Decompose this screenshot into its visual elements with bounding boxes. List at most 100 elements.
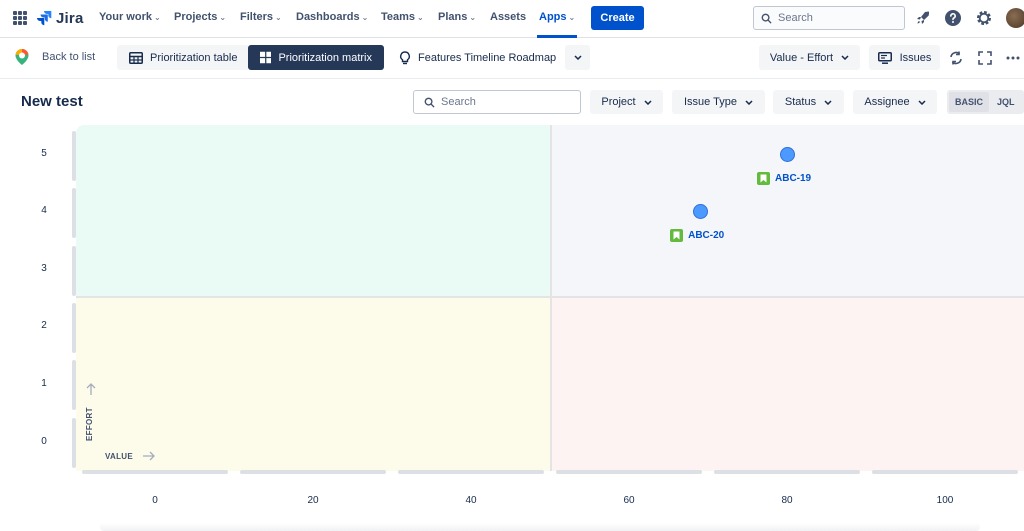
more-views-dropdown[interactable]	[565, 45, 590, 70]
issue-tag[interactable]: ABC-19	[757, 172, 811, 185]
x-tick-label: 100	[936, 495, 954, 506]
settings-gear-icon[interactable]	[975, 9, 993, 27]
y-axis-title: EFFORT	[85, 407, 94, 441]
chevron-down-icon	[918, 99, 926, 105]
chevron-down-icon	[745, 99, 753, 105]
refresh-icon[interactable]	[948, 50, 964, 66]
filter-label: Project	[601, 96, 636, 108]
nav-assets[interactable]: Assets	[490, 11, 526, 23]
nav-your-work[interactable]: Your work ⌄	[99, 11, 161, 23]
issue-search-input[interactable]: Search	[413, 90, 581, 114]
issues-button[interactable]: Issues	[869, 45, 940, 70]
search-icon	[424, 97, 435, 108]
filter-label: Assignee	[864, 96, 910, 108]
nav-dashboards[interactable]: Dashboards ⌄	[296, 11, 368, 23]
search-placeholder: Search	[441, 96, 476, 108]
prioritization-matrix	[76, 125, 1024, 471]
nav-active-indicator	[537, 35, 577, 38]
chevron-down-icon	[841, 55, 849, 60]
filter-project[interactable]: Project	[590, 90, 663, 114]
x-tick-label: 20	[307, 495, 319, 506]
quadrant-bottom-right	[552, 298, 1024, 471]
issue-key: ABC-19	[775, 173, 812, 184]
chevron-down-icon: ⌄	[568, 13, 576, 22]
y-tick-label: 0	[41, 436, 47, 447]
x-axis-segment	[398, 470, 544, 474]
y-tick-label: 2	[41, 320, 47, 331]
story-icon	[670, 229, 684, 243]
toggle-basic[interactable]: BASIC	[949, 92, 990, 112]
nav-plans[interactable]: Plans ⌄	[438, 11, 476, 23]
page-title: New test	[21, 93, 83, 110]
nav-label: Assets	[490, 11, 527, 23]
y-axis-segment	[72, 360, 76, 410]
nav-label: Teams	[381, 11, 416, 23]
help-icon[interactable]	[944, 9, 962, 27]
toggle-jql[interactable]: JQL	[991, 92, 1021, 112]
x-axis-segment	[714, 470, 860, 474]
nav-projects[interactable]: Projects ⌄	[174, 11, 226, 23]
matrix-point-abc-20[interactable]	[692, 203, 708, 219]
axis-select-label: Value - Effort	[769, 51, 834, 64]
filter-issue-type[interactable]: Issue Type	[672, 90, 765, 114]
matrix-point-abc-19[interactable]	[779, 146, 795, 162]
x-axis-title: VALUE	[105, 452, 134, 461]
arrow-up-icon	[86, 383, 96, 395]
chevron-down-icon: ⌄	[219, 13, 227, 22]
x-tick-label: 80	[781, 495, 793, 506]
nav-teams[interactable]: Teams ⌄	[381, 11, 424, 23]
x-tick-label: 40	[465, 495, 477, 506]
more-options-icon[interactable]	[1005, 50, 1021, 66]
quadrant-top-left	[76, 125, 550, 296]
tab-label: Prioritization matrix	[278, 51, 372, 64]
y-tick-label: 3	[41, 263, 47, 274]
filter-assignee[interactable]: Assignee	[853, 90, 937, 114]
matrix-icon	[260, 51, 272, 64]
back-to-list-label: Back to list	[42, 51, 96, 63]
search-icon	[761, 13, 772, 24]
nav-label: Apps	[539, 11, 567, 23]
nav-apps[interactable]: Apps ⌄	[539, 11, 575, 23]
tab-prioritization-matrix[interactable]: Prioritization matrix	[248, 45, 384, 70]
issues-monitor-icon	[877, 51, 892, 64]
chevron-down-icon	[644, 99, 652, 105]
top-navigation: Jira Your work ⌄ Projects ⌄ Filters ⌄ Dashb…	[0, 0, 1024, 38]
create-button[interactable]: Create	[591, 6, 644, 30]
arrow-right-icon	[143, 451, 155, 461]
tab-prioritization-table[interactable]: Prioritization table	[117, 45, 250, 70]
filter-status[interactable]: Status	[773, 90, 844, 114]
notifications-rocket-icon[interactable]	[914, 9, 932, 27]
issue-key: ABC-20	[688, 230, 725, 242]
app-switcher-icon[interactable]	[13, 11, 27, 25]
x-tick-label: 0	[152, 495, 158, 506]
jira-logo-icon	[37, 11, 52, 26]
chevron-down-icon: ⌄	[361, 13, 369, 22]
nav-label: Your work	[99, 11, 152, 23]
query-mode-toggle: BASIC JQL	[947, 90, 1024, 114]
chevron-down-icon: ⌄	[417, 13, 424, 22]
back-to-list-button[interactable]: Back to list	[14, 48, 95, 66]
jira-logo[interactable]: Jira	[36, 8, 84, 28]
y-tick-label: 1	[41, 378, 47, 389]
app-name: Jira	[56, 9, 84, 27]
chevron-down-icon	[824, 99, 832, 105]
y-tick-label: 4	[41, 205, 47, 216]
view-toolbar: Back to list Prioritization table Priori…	[0, 39, 1024, 79]
y-tick-label: 5	[41, 148, 47, 159]
fullscreen-icon[interactable]	[977, 50, 993, 66]
global-search-input[interactable]: Search	[753, 6, 905, 30]
chevron-down-icon: ⌄	[469, 13, 477, 22]
tab-label: Features Timeline Roadmap	[418, 51, 557, 64]
user-avatar[interactable]	[1006, 8, 1024, 28]
filter-label: Issue Type	[684, 96, 737, 108]
x-axis-segment	[556, 470, 702, 474]
y-axis-segment	[72, 188, 76, 238]
chevron-down-icon: ⌄	[275, 13, 282, 22]
axis-select-dropdown[interactable]: Value - Effort	[759, 45, 860, 70]
nav-filters[interactable]: Filters ⌄	[240, 11, 282, 23]
quadrant-divider-horizontal	[76, 296, 1024, 298]
issue-tag[interactable]: ABC-20	[670, 229, 725, 243]
nav-label: Filters	[240, 11, 274, 23]
tab-features-timeline-roadmap[interactable]: Features Timeline Roadmap	[387, 45, 568, 70]
app-logo-pin-icon	[15, 49, 29, 65]
